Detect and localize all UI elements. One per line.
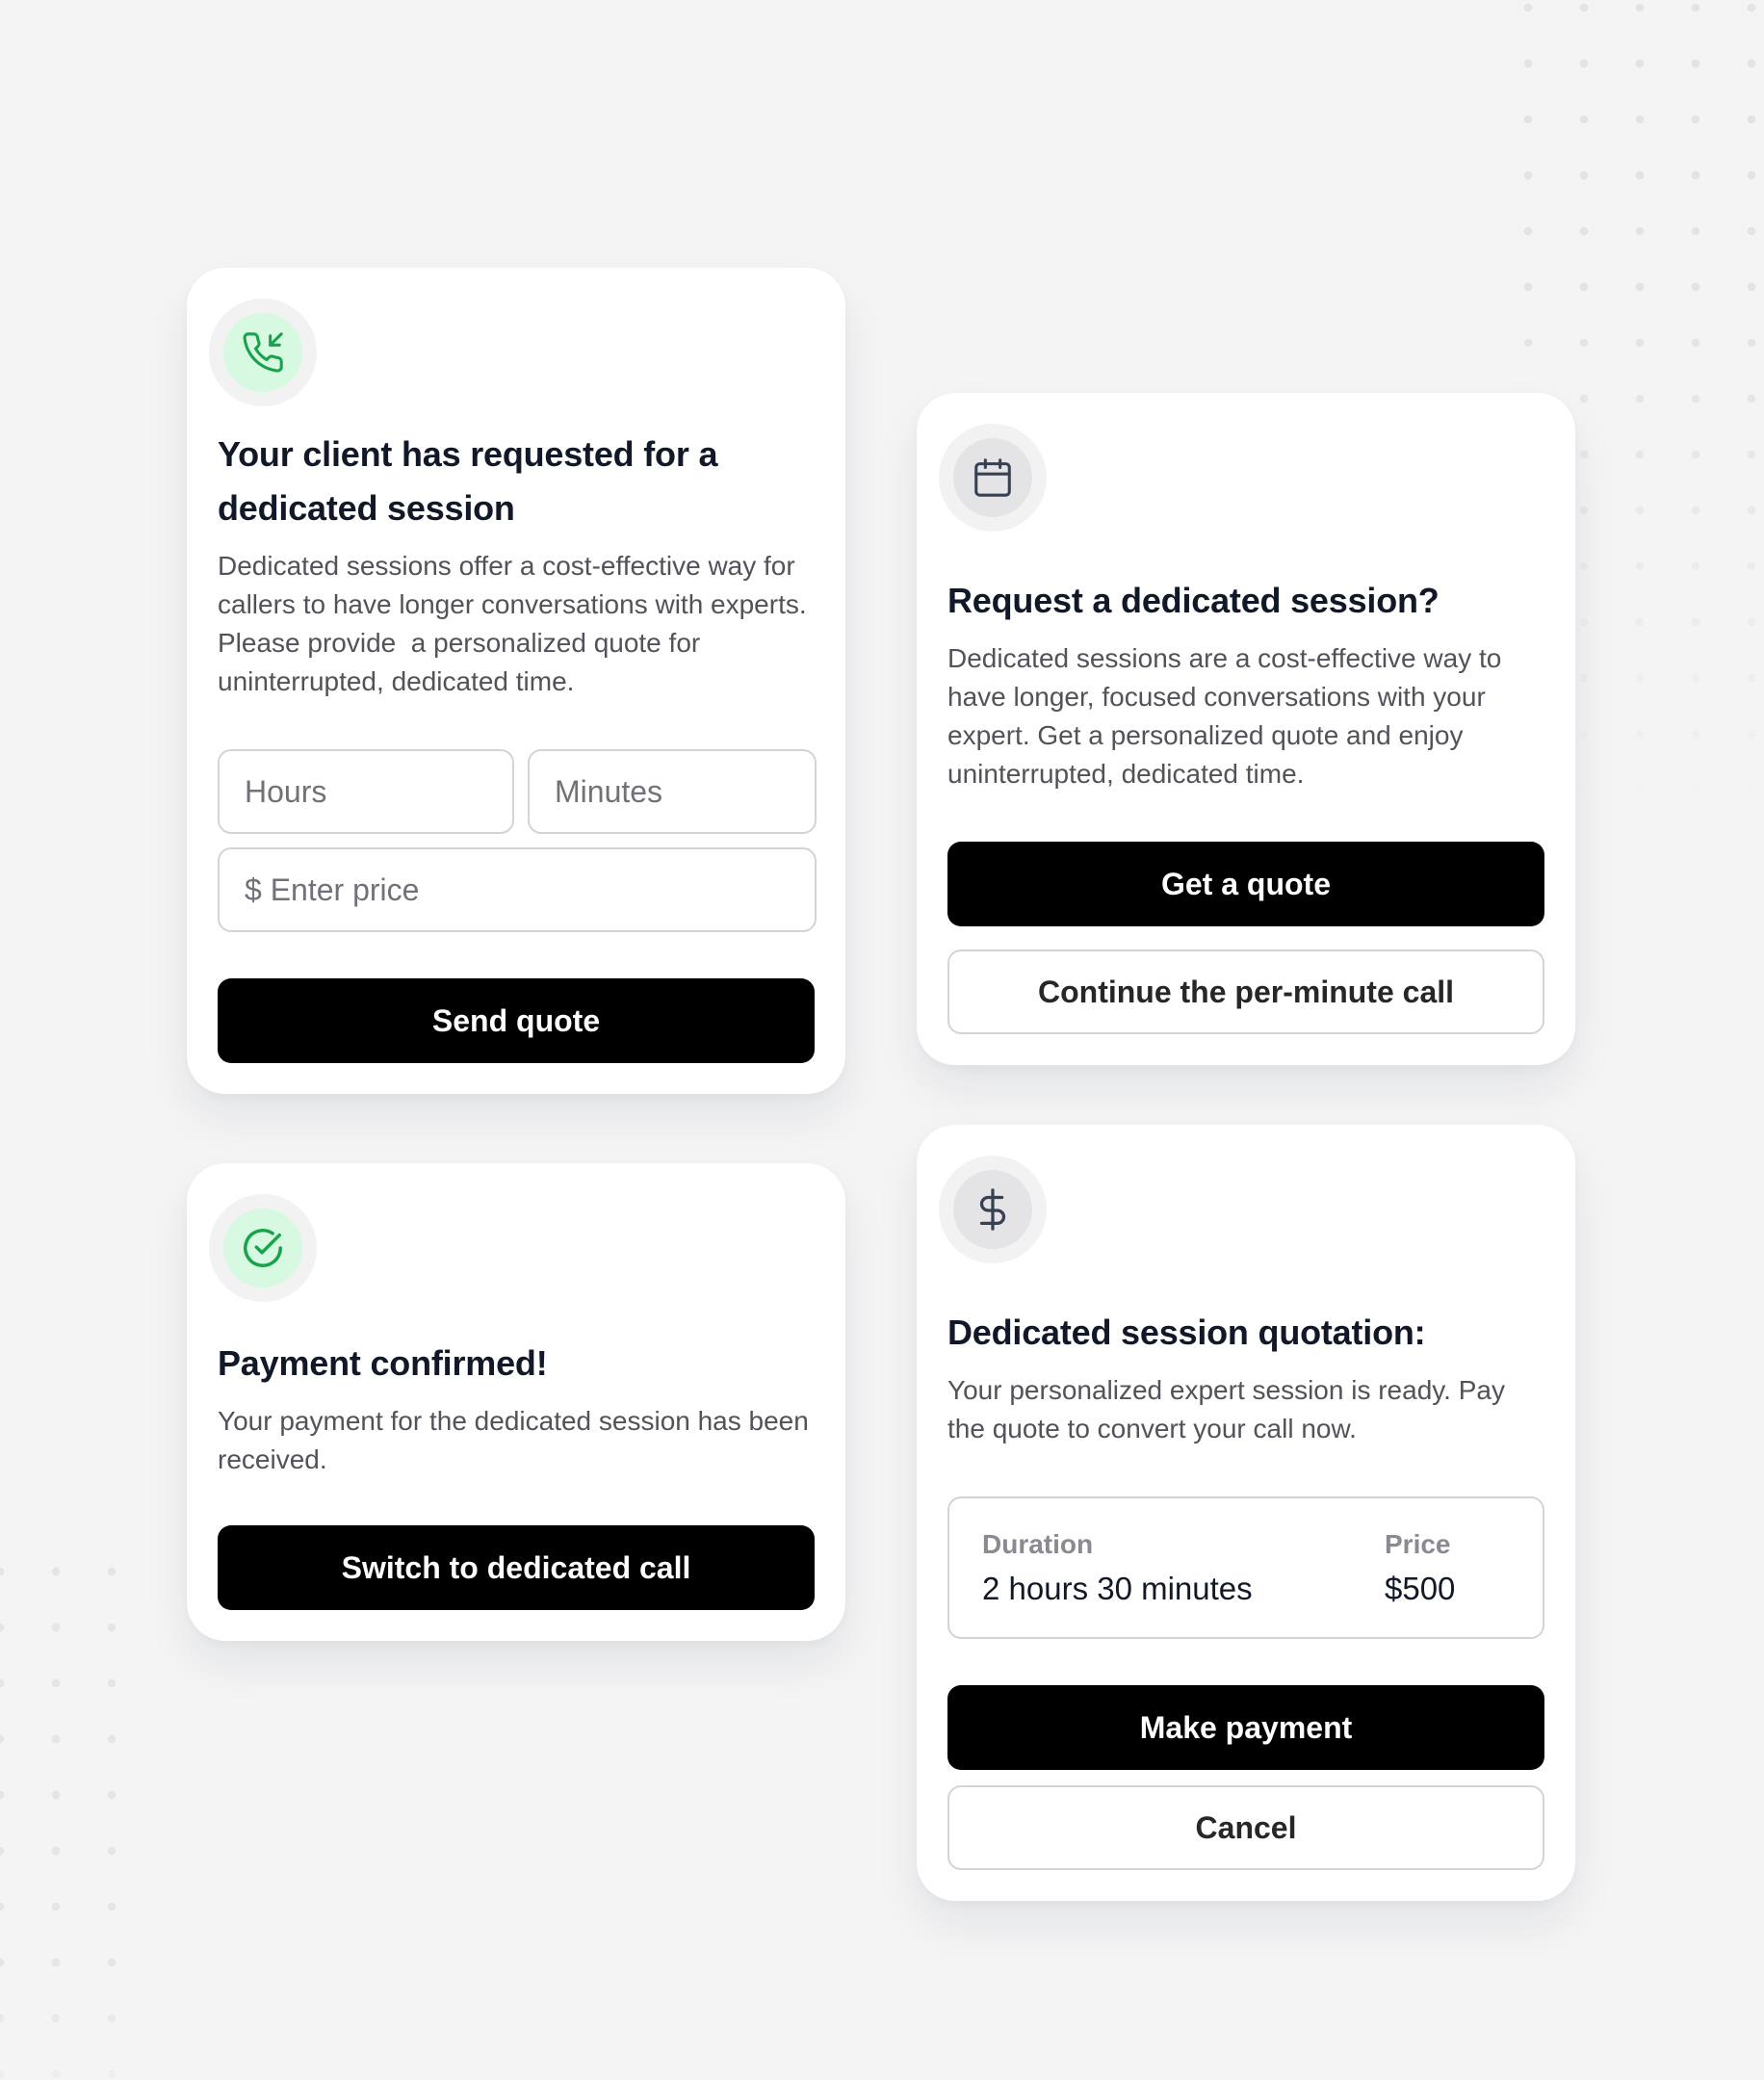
card-description: Your personalized expert session is read… [947,1375,1513,1443]
card-description: Your payment for the dedicated session h… [218,1406,817,1474]
quote-request-card: Your client has requested for a dedicate… [187,268,845,1094]
incoming-call-icon [243,332,283,373]
payment-confirmed-card: Payment confirmed! Your payment for the … [187,1163,845,1641]
request-session-card: Request a dedicated session? Dedicated s… [917,393,1575,1065]
price-input[interactable] [218,847,817,932]
price-label: Price [1385,1529,1451,1559]
minutes-input[interactable] [528,749,817,834]
card-icon-badge [939,1156,1047,1263]
check-circle-icon [244,1229,282,1267]
send-quote-button[interactable]: Send quote [218,978,815,1063]
hours-input[interactable] [218,749,514,834]
card-icon-badge [209,299,317,406]
card-description: Dedicated sessions are a cost-effective … [947,643,1510,789]
card-description: Dedicated sessions offer a cost-effectiv… [218,551,815,696]
card-title: Request a dedicated session? [947,581,1440,620]
quote-summary: Duration 2 hours 30 minutes Price $500 [947,1496,1544,1639]
card-icon-badge [939,424,1047,532]
continue-per-minute-call-button[interactable]: Continue the per-minute call [947,949,1544,1034]
dollar-icon [979,1188,1006,1231]
card-icon-badge [209,1194,317,1302]
switch-to-dedicated-call-button[interactable]: Switch to dedicated call [218,1525,815,1610]
get-quote-button[interactable]: Get a quote [947,842,1544,926]
cancel-button[interactable]: Cancel [947,1785,1544,1870]
decorative-dot-grid [0,1544,145,2080]
price-value: $500 [1385,1571,1456,1606]
card-title: Dedicated session quotation: [947,1313,1426,1352]
make-payment-button[interactable]: Make payment [947,1685,1544,1770]
calendar-icon [974,458,1011,497]
duration-label: Duration [982,1529,1094,1559]
duration-value: 2 hours 30 minutes [982,1571,1253,1606]
card-title: Your client has requested for a dedicate… [218,434,718,528]
card-title: Payment confirmed! [218,1343,548,1383]
quotation-card: Dedicated session quotation: Your person… [917,1125,1575,1901]
